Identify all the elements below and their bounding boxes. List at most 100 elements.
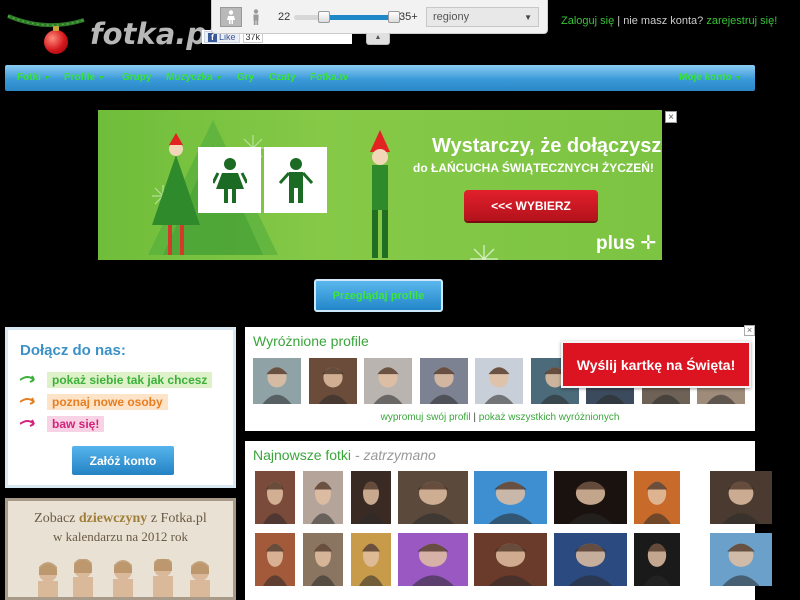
login-separator: | [614, 15, 624, 27]
newest-photo-thumb[interactable] [303, 533, 343, 586]
calendar-ad[interactable]: Zobacz dziewczyny z Fotka.pl w kalendarz… [5, 498, 236, 600]
calendar-line1-pre: Zobacz [34, 511, 79, 526]
newest-photo-thumb[interactable] [255, 533, 295, 586]
caret-up-icon: ▲ [374, 34, 382, 41]
nav-item-fotka-tv[interactable]: Fotka.tv [310, 72, 348, 83]
join-title: Dołącz do nas: [20, 342, 126, 359]
nav-item-moje-konto[interactable]: Moje konto ▼ [679, 72, 742, 83]
age-min-value: 22 [278, 11, 291, 23]
login-link[interactable]: Zaloguj się [561, 15, 614, 27]
plus-logo-icon: ✛ [640, 233, 657, 254]
age-max-value: 35+ [399, 11, 418, 23]
banner-close-button[interactable]: × [665, 111, 677, 123]
banner-headline: Wystarczy, że dołączysz [432, 135, 662, 157]
page: { "header": { "logo_text": "fotka.pl", "… [0, 0, 800, 600]
ad-banner[interactable]: Wystarczy, że dołączysz do ŁAŃCUCHA ŚWIĄ… [98, 110, 662, 260]
age-range-slider[interactable] [294, 11, 400, 23]
newest-photo-thumb[interactable] [474, 471, 547, 524]
logo[interactable]: fotka.pl [6, 10, 217, 54]
show-all-featured-link[interactable]: pokaż wszystkich wyróżnionych [479, 412, 620, 423]
newest-photo-thumb[interactable] [255, 471, 295, 524]
featured-profile-thumb[interactable] [253, 358, 301, 404]
female-choice-icon[interactable] [198, 147, 261, 213]
nav-item-muzyczka[interactable]: Muzyczka ▼ [166, 72, 222, 83]
logo-text: fotka.pl [90, 17, 217, 51]
featured-title: Wyróżnione profile [253, 333, 369, 349]
featured-profile-thumb[interactable] [364, 358, 412, 404]
nav-item-czaty[interactable]: Czaty [269, 72, 296, 83]
newest-photo-thumb[interactable] [474, 533, 547, 586]
featured-profile-thumb[interactable] [475, 358, 523, 404]
nav-item-fotki[interactable]: Fotki ▼ [17, 72, 51, 83]
newest-photos: Najnowsze fotki - zatrzymano [245, 441, 772, 600]
promote-profile-link[interactable]: wypromuj swój profil [381, 412, 471, 423]
caret-down-icon: ▼ [524, 13, 532, 22]
newest-photo-thumb[interactable] [303, 471, 343, 524]
newest-photo-thumb[interactable] [554, 471, 627, 524]
featured-profile-thumb[interactable] [420, 358, 468, 404]
no-account-text: nie masz konta? [623, 15, 707, 27]
plus-logo: plus ✛ [596, 232, 656, 255]
newest-photo-thumb[interactable] [634, 533, 680, 586]
nav-item-gry[interactable]: Gry [237, 72, 254, 83]
collapse-search-button[interactable]: ▲ [366, 33, 390, 45]
newest-photo-thumb[interactable] [351, 471, 391, 524]
nav-item-profile[interactable]: Profile ▼ [64, 72, 105, 83]
main-nav: Fotki ▼ Profile ▼ Grupy Muzyczka ▼ Gry C… [5, 65, 755, 91]
featured-separator: | [470, 412, 479, 423]
chevron-down-icon: ▼ [215, 75, 223, 82]
arrow-icon [20, 397, 35, 405]
login-links: Zaloguj się | nie masz konta? zarejestru… [561, 15, 777, 27]
region-select[interactable]: regiony ▼ [426, 7, 539, 27]
male-icon [253, 9, 259, 25]
search-panel: 22 35+ regiony ▼ [211, 0, 548, 34]
plus-brand: plus [596, 233, 636, 254]
male-filter-button[interactable] [245, 7, 267, 27]
featured-profile-thumb[interactable] [309, 358, 357, 404]
snowflake-icon [470, 245, 498, 260]
nav-label: Grupy [122, 72, 152, 83]
age-range-fill [324, 15, 394, 20]
age-min-handle[interactable] [318, 11, 330, 23]
male-figure-icon [278, 158, 313, 203]
join-item-label: pokaż siebie tak jak chcesz [47, 372, 213, 388]
newest-photo-thumb[interactable] [710, 471, 772, 524]
register-link[interactable]: zarejestruj się! [706, 15, 777, 27]
browse-profiles-button[interactable]: Przeglądaj profile [314, 279, 443, 312]
nav-label: Moje konto [679, 72, 732, 83]
male-choice-icon[interactable] [264, 147, 327, 213]
banner-subline: do ŁAŃCUCHA ŚWIĄTECZNYCH ŻYCZEŃ! [413, 161, 654, 175]
nav-item-grupy[interactable]: Grupy [122, 72, 151, 83]
create-account-button[interactable]: Załóż konto [72, 446, 174, 475]
ornament-icon [44, 26, 68, 54]
chevron-down-icon: ▼ [43, 75, 51, 82]
chevron-down-icon: ▼ [734, 75, 742, 82]
nav-label: Profile [64, 72, 96, 83]
join-item: pokaż siebie tak jak chcesz [20, 372, 213, 388]
newest-title-wrap: Najnowsze fotki - zatrzymano [253, 447, 436, 463]
newest-photo-thumb[interactable] [710, 533, 772, 586]
newest-photo-thumb[interactable] [351, 533, 391, 586]
calendar-photo [38, 559, 210, 597]
female-filter-button[interactable] [220, 7, 242, 27]
newest-photo-thumb[interactable] [634, 471, 680, 524]
nav-label: Muzyczka [166, 72, 213, 83]
calendar-line1-post: z Fotka.pl [147, 511, 207, 526]
nav-label: Czaty [269, 72, 296, 83]
newest-photo-thumb[interactable] [398, 471, 468, 524]
nav-label: Fotki [17, 72, 41, 83]
garland-icon [7, 14, 85, 28]
calendar-line1: Zobacz dziewczyny z Fotka.pl [8, 511, 233, 527]
region-select-value: regiony [433, 11, 470, 23]
elf-figure-icon [370, 130, 390, 258]
newest-photo-thumb[interactable] [398, 533, 468, 586]
banner-choose-button[interactable]: <<< WYBIERZ [464, 190, 598, 221]
arrow-icon [20, 419, 35, 427]
card-close-button[interactable]: × [744, 325, 755, 336]
calendar-line1-bold: dziewczyny [78, 511, 148, 526]
newest-photo-thumb[interactable] [554, 533, 627, 586]
nav-label: Fotka.tv [310, 72, 349, 83]
join-item-label: baw się! [47, 416, 105, 432]
join-item: poznaj nowe osoby [20, 394, 168, 410]
send-card-button[interactable]: Wyślij kartkę na Święta! [561, 341, 751, 388]
